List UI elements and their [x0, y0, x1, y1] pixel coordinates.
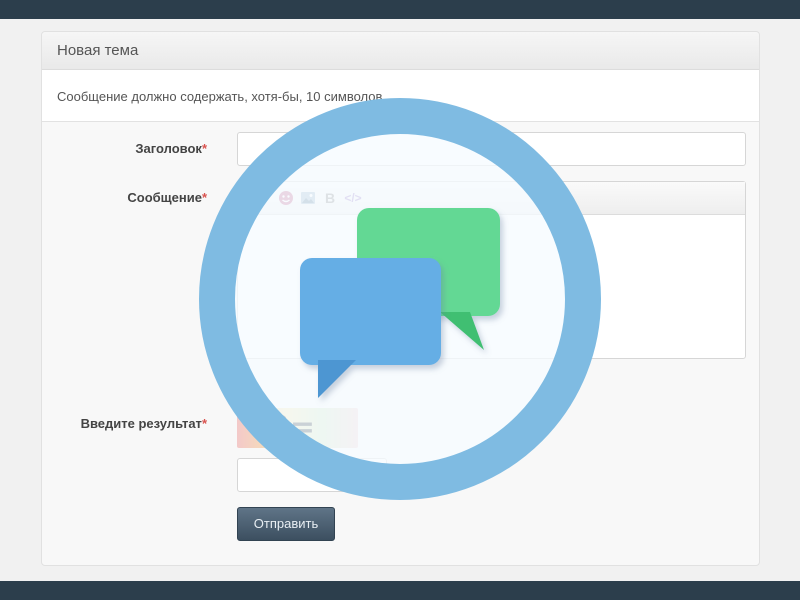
chat-bubbles-icon [199, 98, 601, 500]
